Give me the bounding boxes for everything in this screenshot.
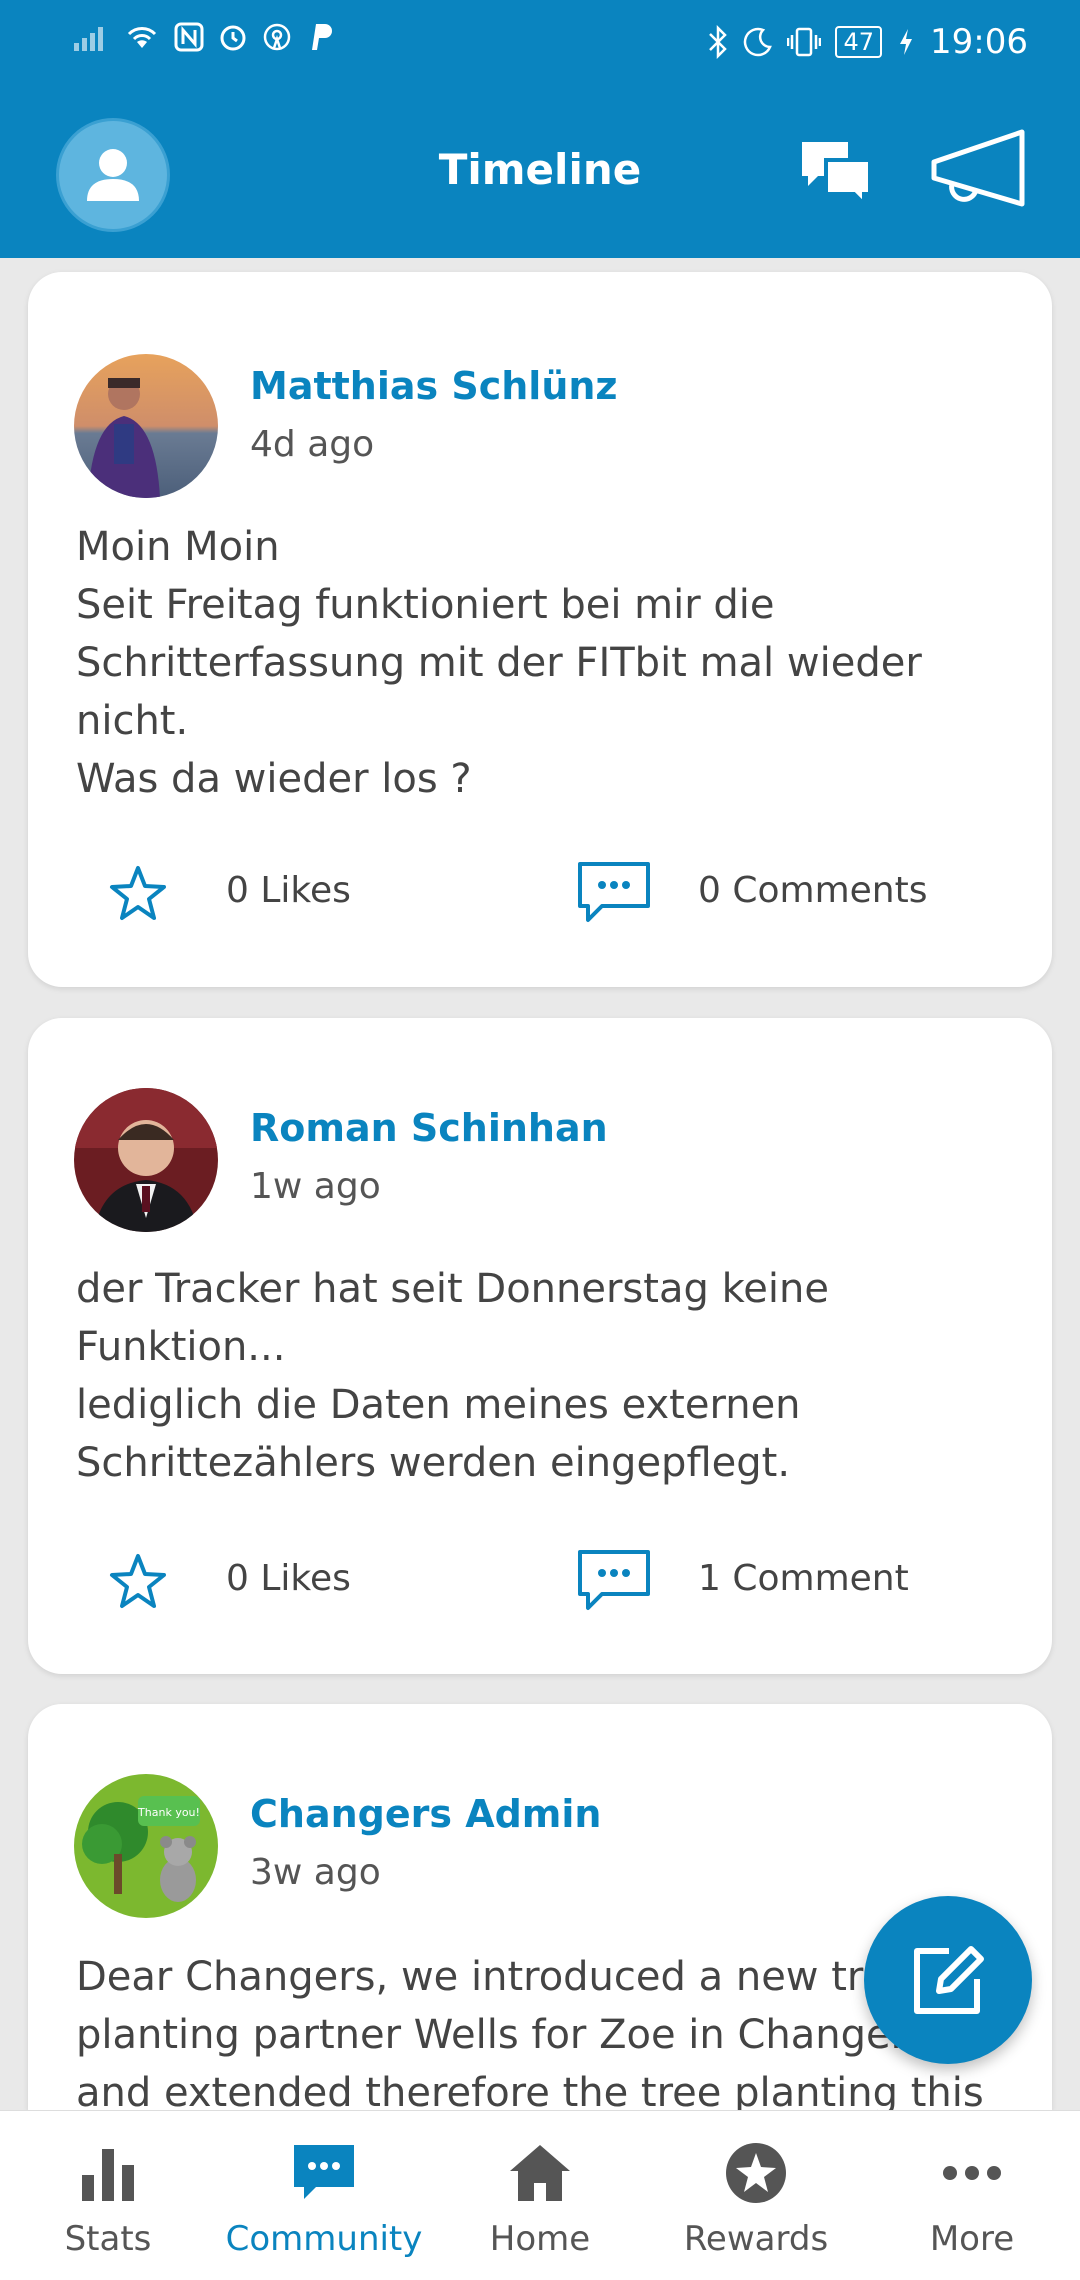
post-card: Roman Schinhan 1w ago der Tracker hat se… — [28, 1018, 1052, 1674]
nav-home[interactable]: Home — [432, 2111, 648, 2280]
post-card: Thank you! Changers Admin 3w ago Dear Ch… — [28, 1704, 1052, 2110]
chat-bubble-icon — [294, 2145, 354, 2199]
post-timestamp: 4d ago — [250, 424, 375, 465]
likes-count[interactable]: 0 Likes — [226, 870, 351, 911]
app-bar: 47 19:06 Timeline — [0, 0, 1080, 258]
moon-icon — [744, 27, 773, 57]
bottom-navigation: Stats Community Home Rewards More — [0, 2110, 1080, 2280]
post-text: der Tracker hat seit Donnerstag keine Fu… — [76, 1266, 829, 1486]
nav-label: Stats — [64, 2219, 152, 2259]
star-icon[interactable] — [108, 1552, 168, 1612]
comments-count[interactable]: 1 Comment — [698, 1558, 909, 1599]
nfc-icon — [174, 22, 204, 52]
likes-count[interactable]: 0 Likes — [226, 1558, 351, 1599]
nav-rewards[interactable]: Rewards — [648, 2111, 864, 2280]
vibrate-icon — [787, 27, 822, 57]
author-avatar[interactable] — [74, 1088, 218, 1232]
announcements-button[interactable] — [930, 128, 1030, 218]
signal-icon — [74, 27, 103, 51]
nav-label: More — [929, 2219, 1015, 2259]
nav-community[interactable]: Community — [216, 2111, 432, 2280]
nav-stats[interactable]: Stats — [0, 2111, 216, 2280]
paypal-icon — [312, 24, 332, 50]
more-dots-icon — [943, 2166, 1001, 2180]
battery-indicator: 47 — [835, 26, 883, 58]
comment-icon[interactable] — [576, 860, 652, 924]
megaphone-icon — [931, 129, 1025, 207]
post-text: Moin Moin Seit Freitag funktioniert bei … — [76, 524, 922, 802]
messages-button[interactable] — [798, 134, 876, 212]
nav-label: Home — [489, 2219, 591, 2259]
chat-icon — [802, 142, 872, 209]
author-name[interactable]: Changers Admin — [250, 1792, 601, 1836]
bluetooth-icon — [709, 25, 728, 59]
charging-icon — [900, 29, 913, 55]
alarm-icon — [220, 25, 246, 51]
avatar-caption: Thank you! — [137, 1806, 200, 1819]
author-name[interactable]: Matthias Schlünz — [250, 364, 618, 408]
nav-label: Rewards — [683, 2219, 829, 2259]
star-icon[interactable] — [108, 864, 168, 924]
author-avatar[interactable] — [74, 354, 218, 498]
page-title: Timeline — [438, 145, 642, 194]
comment-icon[interactable] — [576, 1548, 652, 1612]
author-name[interactable]: Roman Schinhan — [250, 1106, 608, 1150]
nav-more[interactable]: More — [864, 2111, 1080, 2280]
status-bar: 47 19:06 — [0, 0, 1080, 92]
bar-chart-icon — [82, 2149, 134, 2201]
post-timestamp: 3w ago — [250, 1852, 381, 1893]
hotspot-icon — [263, 23, 291, 51]
wifi-icon — [127, 27, 157, 48]
status-icons-left — [74, 22, 334, 52]
home-icon — [510, 2145, 570, 2201]
post-card: Matthias Schlünz 4d ago Moin Moin Seit F… — [28, 272, 1052, 987]
edit-icon — [914, 1946, 984, 2014]
status-icons-right: 47 19:06 — [707, 22, 1028, 62]
star-badge-icon — [726, 2143, 786, 2203]
new-post-button[interactable] — [864, 1896, 1032, 2064]
status-time: 19:06 — [930, 22, 1028, 62]
post-timestamp: 1w ago — [250, 1166, 381, 1207]
author-avatar[interactable]: Thank you! — [74, 1774, 218, 1918]
nav-label: Community — [225, 2219, 423, 2259]
comments-count[interactable]: 0 Comments — [698, 870, 927, 911]
